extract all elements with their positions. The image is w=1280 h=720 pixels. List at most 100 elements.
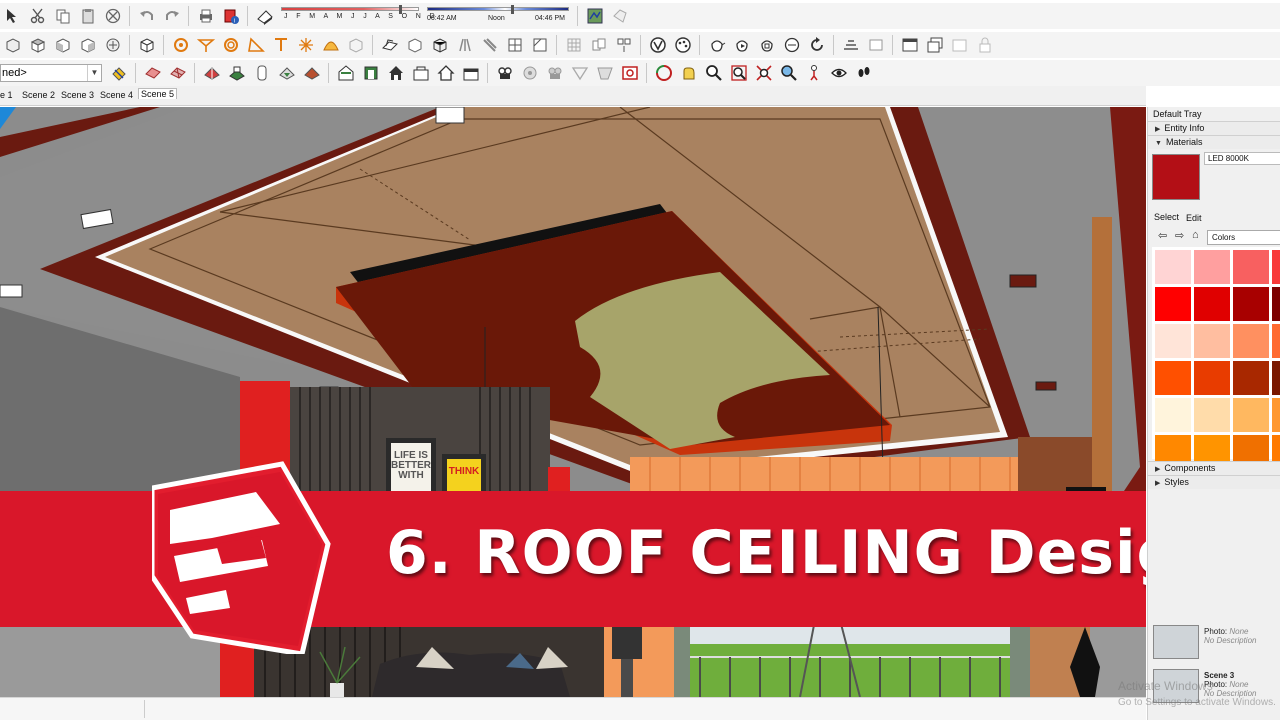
undo-icon[interactable] — [136, 5, 158, 27]
walk-footprints-icon[interactable] — [853, 62, 875, 84]
scene-tab-3[interactable]: Scene 3 — [61, 90, 94, 100]
zoom-window-icon[interactable] — [728, 62, 750, 84]
section-plane-icon[interactable] — [345, 34, 367, 56]
look-around-icon[interactable] — [828, 62, 850, 84]
outliner-icon[interactable] — [613, 34, 635, 56]
position-camera-icon[interactable] — [803, 62, 825, 84]
components-panel-header[interactable]: ▶ Components — [1148, 461, 1280, 475]
color-swatch[interactable] — [1272, 361, 1280, 395]
color-swatch[interactable] — [1233, 361, 1269, 395]
color-swatch[interactable] — [1233, 287, 1269, 321]
window-stack-icon[interactable] — [924, 34, 946, 56]
home-icon[interactable]: ⌂ — [1192, 229, 1199, 241]
lock-icon[interactable] — [974, 34, 996, 56]
month-slider[interactable]: J F M A M J J A S O N D — [281, 5, 435, 27]
layer-color-icon[interactable] — [108, 62, 130, 84]
pencil-disabled-icon[interactable] — [569, 62, 591, 84]
walk-icon[interactable] — [379, 34, 401, 56]
view-right-icon[interactable] — [77, 34, 99, 56]
view-iso-icon[interactable] — [2, 34, 24, 56]
home-icon[interactable] — [385, 62, 407, 84]
color-swatch[interactable] — [1272, 398, 1280, 432]
house-outline-icon[interactable] — [435, 62, 457, 84]
paint-bucket-icon[interactable] — [170, 34, 192, 56]
terrain-icon[interactable] — [840, 34, 862, 56]
stamp-icon[interactable] — [226, 62, 248, 84]
time-slider[interactable]: 06:42 AM Noon 04:46 PM — [427, 5, 569, 27]
sandbox-from-scratch-icon[interactable] — [167, 62, 189, 84]
color-swatch[interactable] — [1155, 250, 1191, 284]
vray-icon[interactable] — [647, 34, 669, 56]
color-swatch[interactable] — [1155, 398, 1191, 432]
materials-panel-header[interactable]: ▼ Materials — [1148, 135, 1280, 149]
color-swatch[interactable] — [1155, 324, 1191, 358]
match-photo-icon[interactable] — [594, 62, 616, 84]
scene-tab-2[interactable]: Scene 2 — [22, 90, 55, 100]
scene-tab-5[interactable]: Scene 5 — [138, 88, 178, 99]
scene-tab-1[interactable]: e 1 — [0, 90, 13, 100]
styles-panel-header[interactable]: ▶ Styles — [1148, 475, 1280, 489]
material-name-field[interactable]: LED 8000K — [1204, 152, 1280, 165]
color-swatch[interactable] — [1194, 287, 1230, 321]
frame-buffer-icon[interactable] — [781, 34, 803, 56]
color-swatch[interactable] — [1194, 398, 1230, 432]
window-icon[interactable] — [899, 34, 921, 56]
color-swatch[interactable] — [1194, 361, 1230, 395]
smoove-icon[interactable] — [201, 62, 223, 84]
color-swatch[interactable] — [1233, 398, 1269, 432]
zoom-icon[interactable] — [703, 62, 725, 84]
shaded-icon[interactable] — [479, 34, 501, 56]
shadow-toggle-icon[interactable] — [254, 5, 276, 27]
model-viewport[interactable]: LIFE IS BETTER WITH THINK 6. ROOF CEILIN… — [0, 107, 1146, 697]
layer-dropdown[interactable]: ned> ▼ — [0, 64, 102, 82]
render-interactive-icon[interactable] — [731, 34, 753, 56]
protractor-icon[interactable] — [245, 34, 267, 56]
color-swatch[interactable] — [1233, 250, 1269, 284]
color-swatch[interactable] — [1272, 287, 1280, 321]
camera-icon[interactable] — [494, 62, 516, 84]
tab-select[interactable]: Select — [1154, 212, 1179, 222]
collection-dropdown[interactable]: Colors — [1207, 230, 1280, 245]
xray-icon[interactable] — [404, 34, 426, 56]
share-model-icon[interactable] — [360, 62, 382, 84]
entity-info-panel-header[interactable]: ▶ Entity Info — [1148, 121, 1280, 135]
color-swatch[interactable] — [1194, 250, 1230, 284]
dimension-icon[interactable] — [220, 34, 242, 56]
scene-thumbnail[interactable] — [1153, 625, 1199, 659]
extension-warehouse-icon[interactable] — [410, 62, 432, 84]
model-info-icon[interactable]: i — [220, 5, 242, 27]
view-front-icon[interactable] — [52, 34, 74, 56]
tab-edit[interactable]: Edit — [1186, 213, 1202, 223]
paste-icon[interactable] — [77, 5, 99, 27]
geo-location-icon[interactable] — [584, 5, 606, 27]
tag-icon[interactable] — [609, 5, 631, 27]
print-icon[interactable] — [195, 5, 217, 27]
select-icon[interactable] — [2, 5, 24, 27]
flip-edge-icon[interactable] — [301, 62, 323, 84]
erase-icon[interactable] — [102, 5, 124, 27]
3d-text-icon[interactable] — [320, 34, 342, 56]
camera-2-icon[interactable] — [544, 62, 566, 84]
wireframe-icon[interactable] — [429, 34, 451, 56]
window-disabled-icon[interactable] — [949, 34, 971, 56]
color-swatch[interactable] — [1155, 361, 1191, 395]
text-tool-icon[interactable] — [270, 34, 292, 56]
color-swatch[interactable] — [1272, 250, 1280, 284]
zoom-extents-icon[interactable] — [753, 62, 775, 84]
scene-tab-4[interactable]: Scene 4 — [100, 90, 133, 100]
color-swatch[interactable] — [1155, 287, 1191, 321]
color-swatch[interactable] — [1272, 324, 1280, 358]
color-swatch[interactable] — [1233, 324, 1269, 358]
current-material-swatch[interactable] — [1152, 154, 1200, 200]
view-top-icon[interactable] — [27, 34, 49, 56]
orbit-icon[interactable] — [653, 62, 675, 84]
photo-texture-icon[interactable] — [619, 62, 641, 84]
pan-icon[interactable] — [678, 62, 700, 84]
make-component-icon[interactable] — [136, 34, 158, 56]
monochrome-icon[interactable] — [529, 34, 551, 56]
drape-icon[interactable] — [251, 62, 273, 84]
sandbox-from-contours-icon[interactable] — [142, 62, 164, 84]
teapot-icon[interactable] — [706, 34, 728, 56]
axes-icon[interactable] — [295, 34, 317, 56]
tape-measure-icon[interactable] — [195, 34, 217, 56]
